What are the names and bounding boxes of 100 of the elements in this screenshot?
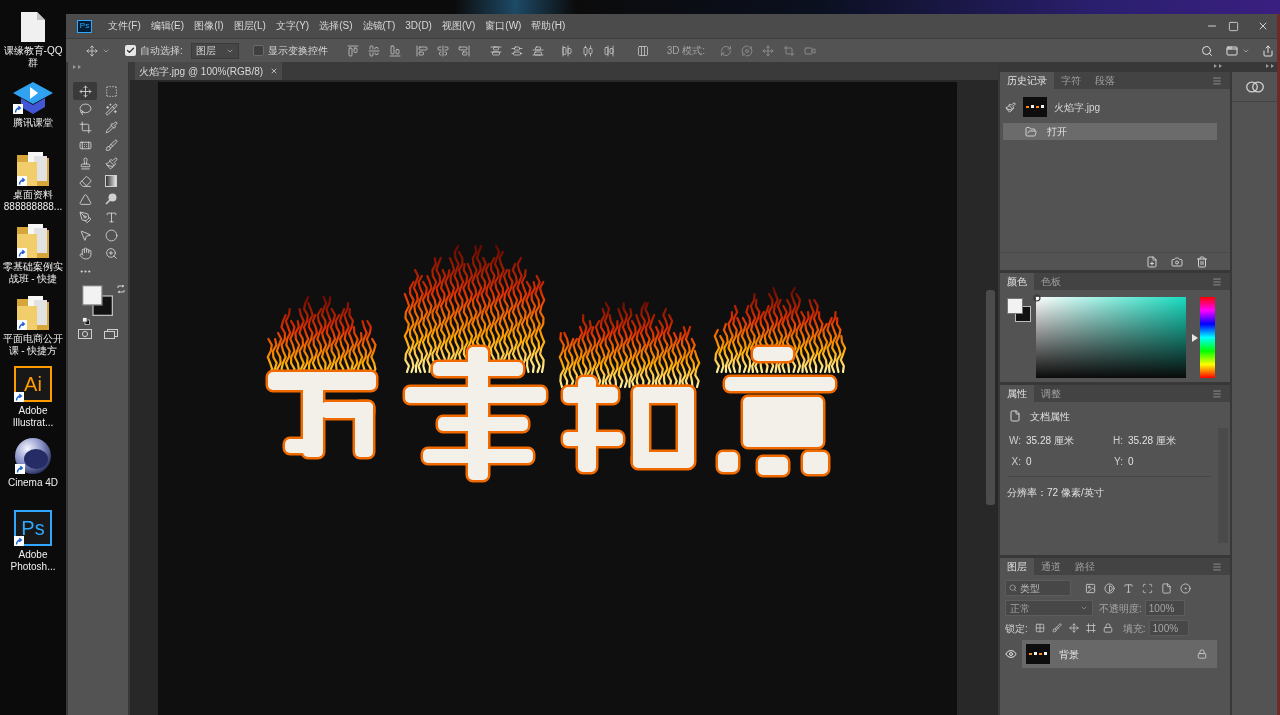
menu-item[interactable]: 选择(S)	[319, 21, 353, 31]
align-center-icon[interactable]	[436, 44, 449, 57]
distribute-middle-icon[interactable]	[510, 44, 523, 57]
image-icon[interactable]	[1085, 582, 1096, 594]
panel-tab[interactable]: 图层	[1000, 558, 1034, 575]
columns-icon[interactable]	[636, 44, 649, 57]
move-icon[interactable]	[1068, 623, 1079, 633]
color-swatches-icon[interactable]	[82, 285, 113, 316]
panel-tab[interactable]: 调整	[1034, 385, 1068, 402]
distribute-top-icon[interactable]	[489, 44, 502, 57]
desktop-icon-label[interactable]: 零基础案例实战班 - 快捷	[1, 261, 65, 285]
history-state[interactable]: 打开	[1003, 123, 1217, 140]
rotate-icon[interactable]	[720, 44, 733, 57]
grid-icon[interactable]	[1034, 623, 1045, 633]
app-window-icon[interactable]	[1225, 44, 1239, 57]
distribute-left-icon[interactable]	[560, 44, 573, 57]
lock-icon[interactable]	[1102, 623, 1113, 633]
panel-tab[interactable]: 段落	[1088, 72, 1122, 89]
panel-tab[interactable]: 路径	[1068, 558, 1102, 575]
menu-item[interactable]: 帮助(H)	[531, 21, 566, 31]
paintbrush-icon[interactable]	[1005, 101, 1016, 113]
menu-icon[interactable]	[1212, 561, 1222, 572]
menu-item[interactable]: 图层(L)	[233, 21, 266, 31]
desktop-icon-label[interactable]: Cinema 4D	[1, 477, 65, 489]
tool-button[interactable]	[73, 82, 97, 100]
app-logo[interactable]: Ps	[14, 510, 52, 546]
snapshot-name[interactable]: 火焰字.jpg	[1054, 99, 1101, 115]
distribute-bottom-icon[interactable]	[531, 44, 544, 57]
document-tab[interactable]: 火焰字.jpg @ 100%(RGB/8)	[135, 62, 283, 80]
desktop-icon-label[interactable]: 课缘教育-QQ群	[1, 45, 65, 69]
collapse-arrows-icon[interactable]	[1214, 64, 1222, 68]
distribute-right-icon[interactable]	[602, 44, 615, 57]
distribute-center-icon[interactable]	[581, 44, 594, 57]
layer-row[interactable]: 背景	[1022, 640, 1217, 668]
letter-t-icon[interactable]	[1123, 582, 1134, 594]
crop-icon[interactable]	[783, 44, 796, 57]
desktop-icon-label[interactable]: 平面电商公开课 - 快捷方	[1, 333, 65, 357]
menu-icon[interactable]	[1212, 388, 1222, 399]
menu-icon[interactable]	[1212, 276, 1222, 287]
collapse-arrows-icon[interactable]	[1266, 64, 1274, 68]
half-circle-icon[interactable]	[1104, 582, 1115, 594]
circle-in-rectangle-icon[interactable]	[78, 329, 92, 339]
swap-arrow-icon[interactable]	[117, 285, 125, 293]
frame-icon[interactable]	[1085, 623, 1096, 633]
small-swatches-icon[interactable]	[82, 317, 90, 325]
file-plus-icon[interactable]	[1146, 255, 1158, 268]
menu-item[interactable]: 文件(F)	[108, 21, 141, 31]
panel-tab[interactable]: 颜色	[1000, 273, 1034, 290]
scrollbar-thumb[interactable]	[986, 290, 995, 505]
brush-icon[interactable]	[1051, 623, 1062, 633]
panel-tab[interactable]: 历史记录	[1000, 72, 1054, 89]
panel-tab[interactable]: 属性	[1000, 385, 1034, 402]
panel-tab[interactable]: 色板	[1034, 273, 1068, 290]
close-icon[interactable]	[270, 67, 279, 75]
document-file-icon[interactable]	[21, 12, 45, 42]
sphere-icon[interactable]	[15, 438, 51, 474]
menu-item[interactable]: 视图(V)	[441, 21, 476, 31]
close-icon[interactable]	[1257, 20, 1269, 32]
mortarboard-play-icon[interactable]	[13, 82, 53, 114]
picker-ring-icon[interactable]	[1033, 294, 1041, 302]
align-top-icon[interactable]	[346, 44, 359, 57]
menu-item[interactable]: 窗口(W)	[485, 21, 522, 31]
color-field[interactable]	[1036, 297, 1186, 378]
search-icon[interactable]	[1201, 44, 1213, 57]
align-middle-icon[interactable]	[367, 44, 380, 57]
color-swatches-icon[interactable]	[1007, 298, 1031, 322]
layer-filter-field[interactable]: 类型	[1005, 580, 1071, 596]
orbit-icon[interactable]	[741, 44, 754, 57]
share-icon[interactable]	[1262, 44, 1274, 57]
video-camera-icon[interactable]	[804, 44, 817, 57]
move-icon[interactable]	[762, 44, 775, 57]
collapse-arrows-icon[interactable]	[73, 65, 81, 69]
app-logo[interactable]: Ps	[77, 19, 92, 33]
circle-dot-icon[interactable]	[1180, 582, 1191, 594]
menu-icon[interactable]	[1212, 75, 1222, 86]
menu-item[interactable]: 图像(I)	[194, 21, 224, 31]
trash-icon[interactable]	[1196, 255, 1208, 268]
scan-corners-icon[interactable]	[1142, 582, 1153, 594]
panel-tab[interactable]: 通道	[1034, 558, 1068, 575]
file-icon[interactable]	[1161, 582, 1172, 594]
app-logo[interactable]: Ai	[14, 366, 52, 402]
slider-pointer-icon[interactable]	[1192, 333, 1198, 342]
layer-target-dropdown[interactable]: 图层	[190, 42, 239, 59]
menu-item[interactable]: 编辑(E)	[150, 21, 185, 31]
move-icon[interactable]	[86, 44, 98, 57]
menu-item[interactable]: 文字(Y)	[275, 21, 310, 31]
align-bottom-icon[interactable]	[388, 44, 401, 57]
hue-slider[interactable]	[1192, 297, 1215, 378]
desktop-icon-label[interactable]: Adobe Photosh...	[1, 549, 65, 573]
panel-tab[interactable]: 字符	[1054, 72, 1088, 89]
align-left-icon[interactable]	[415, 44, 428, 57]
checkbox[interactable]	[252, 45, 264, 56]
align-right-icon[interactable]	[457, 44, 470, 57]
menu-item[interactable]: 滤镜(T)	[362, 21, 396, 31]
overlapping-rings-icon[interactable]	[1245, 80, 1264, 93]
maximize-icon[interactable]	[1228, 20, 1239, 32]
menu-item[interactable]: 3D(D)	[405, 21, 432, 31]
desktop-icon-label[interactable]: 腾讯课堂	[1, 117, 65, 129]
camera-icon[interactable]	[1171, 255, 1183, 268]
desktop-icon-label[interactable]: 桌面资料888888888...	[1, 189, 65, 213]
